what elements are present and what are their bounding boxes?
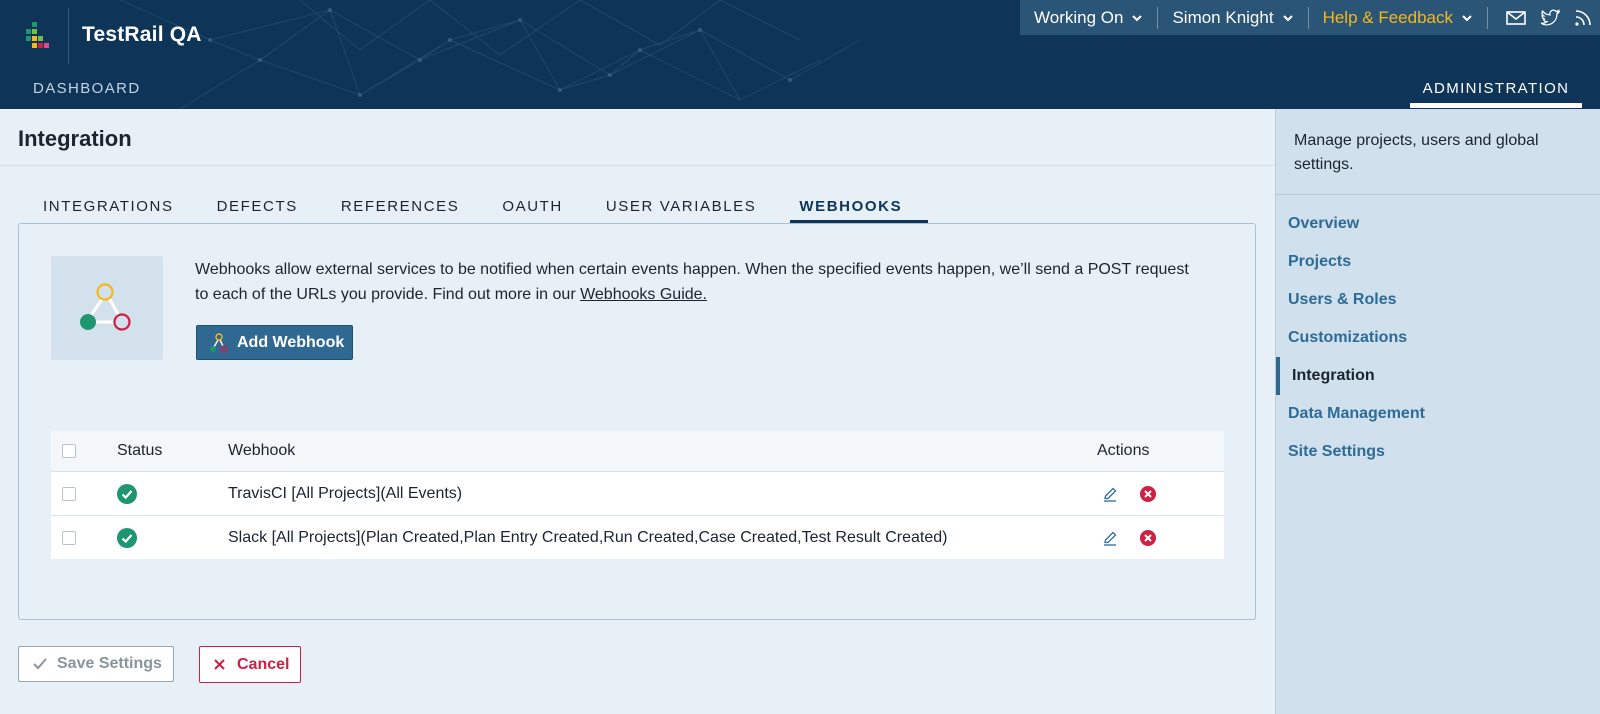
row-checkbox[interactable] [62, 530, 76, 545]
cancel-button[interactable]: Cancel [199, 646, 301, 683]
edit-pencil-icon[interactable] [1102, 486, 1118, 502]
help-feedback-menu[interactable]: Help & Feedback [1309, 0, 1487, 35]
sidebar-description: Manage projects, users and global settin… [1294, 132, 1539, 173]
tab-oauth[interactable]: OAUTH [477, 186, 581, 222]
save-settings-button[interactable]: Save Settings [18, 646, 174, 682]
status-active-icon [117, 527, 137, 548]
page-title: Integration [18, 126, 132, 151]
webhooks-description: Webhooks allow external services to be n… [195, 257, 1205, 307]
edit-pencil-icon[interactable] [1102, 530, 1118, 546]
sidebar-item-overview[interactable]: Overview [1276, 205, 1600, 243]
table-row: Slack [All Projects](Plan Created,Plan E… [51, 515, 1224, 559]
sidebar-item-projects[interactable]: Projects [1276, 243, 1600, 281]
chevron-down-icon [1282, 14, 1293, 21]
logo-divider [68, 8, 69, 64]
nav-administration[interactable]: ADMINISTRATION [1410, 80, 1582, 97]
header-status[interactable]: Status [117, 442, 228, 460]
header-webhook[interactable]: Webhook [228, 442, 1097, 460]
row-checkbox[interactable] [62, 486, 76, 501]
table-header: Status Webhook Actions [51, 431, 1224, 471]
tab-webhooks[interactable]: WEBHOOKS [774, 186, 928, 223]
mail-icon[interactable] [1506, 10, 1526, 26]
admin-sidebar: Manage projects, users and global settin… [1275, 109, 1600, 714]
delete-icon[interactable] [1140, 529, 1156, 546]
webhooks-guide-link[interactable]: Webhooks Guide. [580, 286, 707, 303]
delete-icon[interactable] [1140, 485, 1156, 502]
working-on-menu[interactable]: Working On [1020, 0, 1157, 35]
webhooks-table: Status Webhook Actions TravisCI [All Pro… [51, 431, 1224, 559]
testrail-logo-icon[interactable] [26, 22, 54, 50]
rss-icon[interactable] [1574, 9, 1592, 27]
tab-defects[interactable]: DEFECTS [192, 186, 316, 222]
tab-integrations[interactable]: INTEGRATIONS [18, 186, 192, 222]
nav-active-indicator [1410, 103, 1582, 108]
twitter-icon[interactable] [1540, 8, 1560, 27]
save-settings-label: Save Settings [57, 655, 162, 672]
close-icon [214, 659, 225, 670]
sidebar-divider [1276, 194, 1600, 195]
chevron-down-icon [1462, 14, 1472, 21]
nav-dashboard[interactable]: DASHBOARD [33, 80, 141, 97]
tab-user-variables[interactable]: USER VARIABLES [581, 186, 775, 222]
select-all-checkbox[interactable] [62, 444, 76, 458]
add-webhook-button[interactable]: Add Webhook [196, 325, 353, 360]
cancel-label: Cancel [237, 655, 290, 673]
sidebar-nav: Overview Projects Users & Roles Customiz… [1276, 205, 1600, 471]
webhook-illustration [51, 256, 163, 360]
title-divider [0, 165, 1275, 166]
app-header: TestRail QA Working On Simon Knight Help… [0, 0, 1600, 109]
webhook-icon [80, 283, 131, 331]
integration-tabs: INTEGRATIONS DEFECTS REFERENCES OAUTH US… [18, 186, 928, 223]
status-active-icon [117, 483, 137, 504]
top-nav-bar: Working On Simon Knight Help & Feedback [1020, 0, 1600, 35]
working-on-label: Working On [1034, 7, 1124, 27]
app-title[interactable]: TestRail QA [82, 23, 202, 47]
tab-references[interactable]: REFERENCES [316, 186, 478, 222]
checkmark-icon [33, 658, 47, 670]
chevron-down-icon [1132, 14, 1143, 21]
sidebar-item-integration[interactable]: Integration [1276, 357, 1600, 395]
header-actions: Actions [1097, 442, 1150, 459]
sidebar-item-data-management[interactable]: Data Management [1276, 395, 1600, 433]
sidebar-item-users-roles[interactable]: Users & Roles [1276, 281, 1600, 319]
sidebar-item-customizations[interactable]: Customizations [1276, 319, 1600, 357]
sidebar-item-site-settings[interactable]: Site Settings [1276, 433, 1600, 471]
user-menu[interactable]: Simon Knight [1158, 0, 1307, 35]
webhook-icon [210, 332, 228, 353]
webhook-name[interactable]: Slack [All Projects](Plan Created,Plan E… [228, 529, 1097, 547]
webhooks-panel: Webhooks allow external services to be n… [18, 223, 1256, 620]
social-icons [1488, 8, 1592, 27]
help-feedback-label: Help & Feedback [1322, 7, 1453, 27]
table-row: TravisCI [All Projects](All Events) [51, 471, 1224, 515]
webhook-name[interactable]: TravisCI [All Projects](All Events) [228, 485, 1097, 503]
user-name-label: Simon Knight [1172, 7, 1274, 27]
add-webhook-label: Add Webhook [237, 333, 345, 351]
